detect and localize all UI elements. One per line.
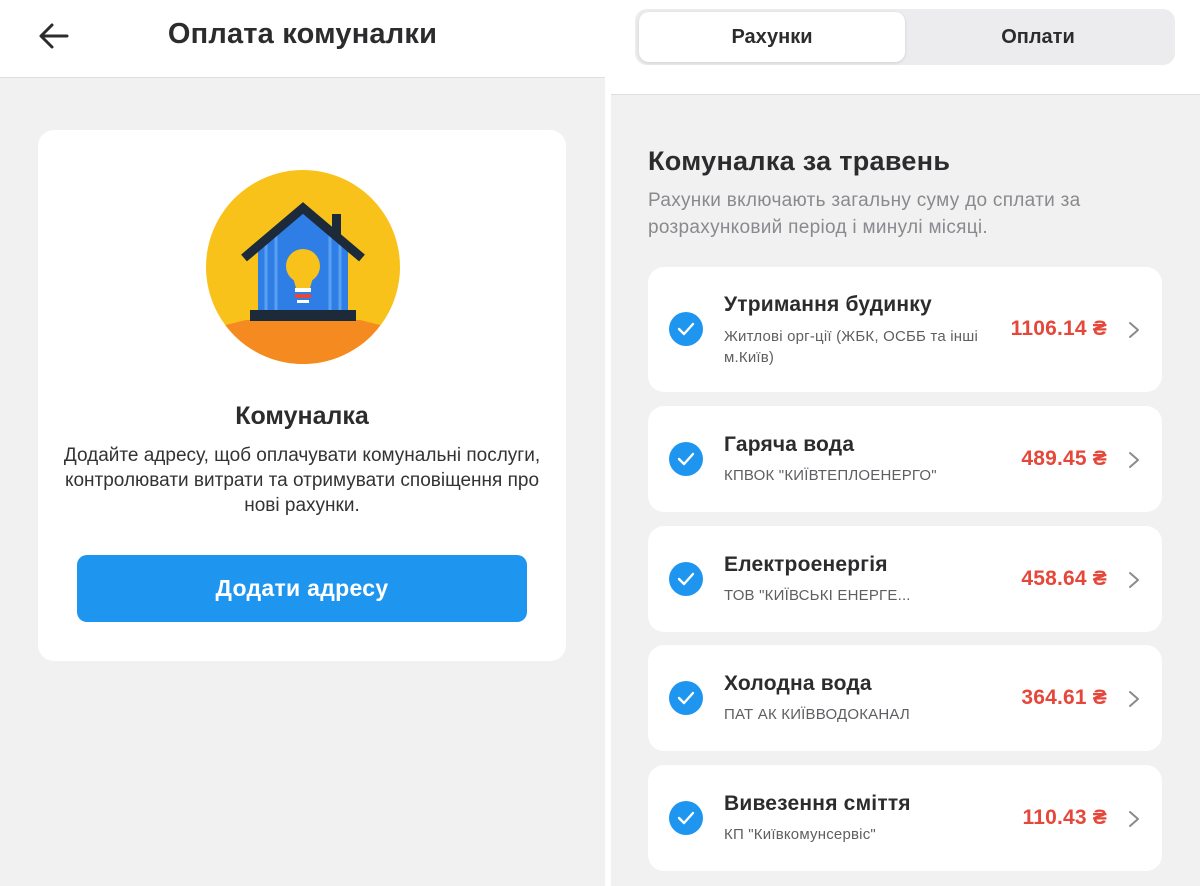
bill-provider: ПАТ АК КИЇВВОДОКАНАЛ: [724, 706, 910, 723]
bill-name: Утримання будинку: [724, 293, 932, 316]
check-circle-icon[interactable]: [669, 312, 703, 346]
bill-name: Електроенергія: [724, 553, 888, 576]
bill-amount: 364.61 ₴: [1021, 686, 1107, 709]
card-description: Додайте адресу, щоб оплачувати комунальн…: [63, 445, 541, 516]
segmented-control: Рахунки Оплати: [635, 9, 1175, 65]
tab-bills[interactable]: Рахунки: [639, 12, 905, 62]
bill-row-maintenance[interactable]: Утримання будинку Житлові орг-ції (ЖБК, …: [648, 267, 1162, 392]
check-circle-icon[interactable]: [669, 681, 703, 715]
bill-name: Вивезення сміття: [724, 792, 911, 815]
bill-amount: 458.64 ₴: [1021, 567, 1107, 590]
section-description: Рахунки включають загальну суму до сплат…: [648, 190, 1081, 238]
bill-row-cold-water[interactable]: Холодна вода ПАТ АК КИЇВВОДОКАНАЛ 364.61…: [648, 645, 1162, 751]
check-circle-icon[interactable]: [669, 562, 703, 596]
chevron-right-icon: [1129, 811, 1139, 827]
bill-provider: КПВОК "КИЇВТЕПЛОЕНЕРГО": [724, 467, 937, 484]
bill-provider: ТОВ "КИЇВСЬКІ ЕНЕРГЕ...: [724, 587, 911, 604]
chevron-right-icon: [1129, 322, 1139, 338]
tab-payments[interactable]: Оплати: [905, 12, 1171, 62]
bill-row-electricity[interactable]: Електроенергія ТОВ "КИЇВСЬКІ ЕНЕРГЕ... 4…: [648, 526, 1162, 632]
bill-provider: Житлові орг-ції (ЖБК, ОСББ та інші м.Киї…: [724, 328, 979, 366]
utilities-empty-card: Комуналка Додайте адресу, щоб оплачувати…: [38, 130, 566, 661]
add-address-button[interactable]: Додати адресу: [77, 555, 527, 622]
bills-screen: Рахунки Оплати Комуналка за травень Раху…: [611, 0, 1200, 886]
bill-row-garbage[interactable]: Вивезення сміття КП "Київкомунсервіс" 11…: [648, 765, 1162, 871]
bill-name: Холодна вода: [724, 672, 872, 695]
bill-amount: 1106.14 ₴: [1010, 317, 1107, 340]
top-bar: Оплата комуналки: [0, 0, 605, 78]
check-circle-icon[interactable]: [669, 801, 703, 835]
tabs-bar: Рахунки Оплати: [611, 0, 1200, 95]
chevron-right-icon: [1129, 452, 1139, 468]
chevron-right-icon: [1129, 572, 1139, 588]
bill-amount: 489.45 ₴: [1021, 447, 1107, 470]
page-title: Оплата комуналки: [167, 18, 438, 50]
bill-row-hot-water[interactable]: Гаряча вода КПВОК "КИЇВТЕПЛОЕНЕРГО" 489.…: [648, 406, 1162, 512]
add-address-screen: Оплата комуналки Комуналка Додайте адрес…: [0, 0, 605, 886]
bill-name: Гаряча вода: [724, 433, 855, 456]
house-lightbulb-icon: [206, 170, 400, 364]
section-title: Комуналка за травень: [648, 146, 951, 176]
chevron-right-icon: [1129, 691, 1139, 707]
bill-amount: 110.43 ₴: [1022, 806, 1107, 829]
card-title: Комуналка: [235, 402, 369, 430]
check-circle-icon[interactable]: [669, 442, 703, 476]
bill-provider: КП "Київкомунсервіс": [724, 826, 876, 843]
